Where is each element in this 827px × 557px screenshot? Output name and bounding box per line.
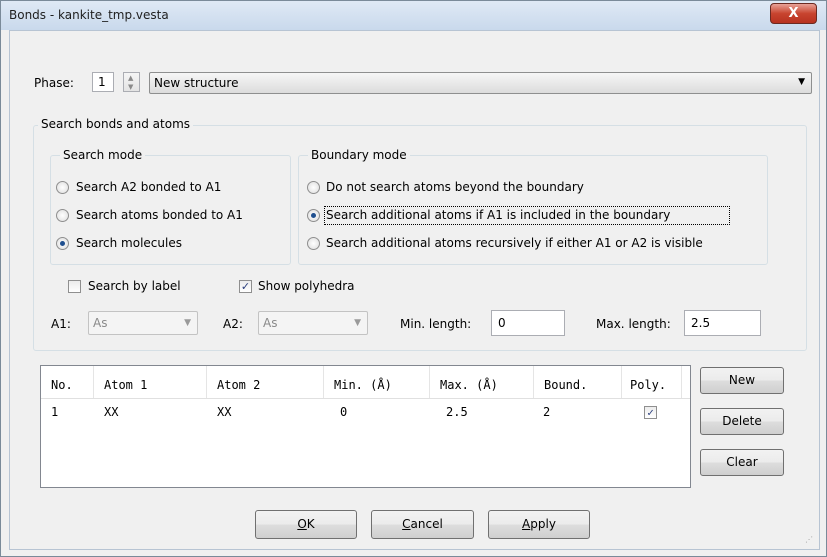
column-header-atom1[interactable]: Atom 1 — [104, 378, 147, 392]
radio-a1-in-boundary[interactable] — [307, 209, 320, 222]
column-header-poly[interactable]: Poly. — [630, 378, 666, 392]
min-length-input[interactable]: 0 — [491, 310, 565, 336]
a2-dropdown-value: As — [263, 316, 278, 330]
phase-spinner-buttons[interactable]: ▲ ▼ — [123, 72, 140, 92]
resize-grip-icon[interactable]: ⋰ — [805, 535, 817, 547]
search-mode-title: Search mode — [60, 148, 146, 162]
close-icon: X — [788, 6, 799, 21]
chevron-down-icon: ▼ — [184, 318, 191, 328]
apply-button[interactable]: Apply — [488, 510, 590, 539]
radio-search-a2-bonded[interactable] — [56, 181, 69, 194]
dialog-client-area: Phase: 1 ▲ ▼ New structure ▼ Search bond… — [9, 30, 820, 550]
bonds-table[interactable]: No. Atom 1 Atom 2 Min. (Å) Max. (Å) Boun… — [40, 365, 691, 488]
cancel-label-rest: ancel — [410, 517, 443, 531]
window-title: Bonds - kankite_tmp.vesta — [9, 8, 169, 22]
radio-search-molecules[interactable] — [56, 237, 69, 250]
delete-button-label: Delete — [722, 414, 762, 428]
column-header-no[interactable]: No. — [51, 378, 73, 392]
show-polyhedra-checkbox[interactable]: ✓ — [239, 280, 252, 293]
a2-dropdown[interactable]: As ▼ — [258, 311, 368, 335]
new-button[interactable]: New — [700, 367, 784, 394]
search-by-label-checkbox[interactable] — [68, 280, 81, 293]
check-icon: ✓ — [240, 280, 251, 293]
radio-search-atoms-bonded[interactable] — [56, 209, 69, 222]
a1-dropdown-value: As — [93, 316, 108, 330]
cell-min: 0 — [340, 405, 348, 419]
min-length-label: Min. length: — [400, 317, 472, 331]
column-separator — [429, 366, 430, 398]
close-button[interactable]: X — [770, 3, 817, 24]
cell-bound: 2 — [543, 405, 551, 419]
radio-recursive-visible[interactable] — [307, 237, 320, 250]
radio-a1-in-boundary-label[interactable]: Search additional atoms if A1 is include… — [326, 208, 670, 222]
radio-no-beyond-boundary[interactable] — [307, 181, 320, 194]
delete-button[interactable]: Delete — [700, 408, 784, 435]
spin-down-icon[interactable]: ▼ — [128, 83, 133, 91]
cancel-button[interactable]: Cancel — [371, 510, 474, 539]
phase-label: Phase: — [34, 76, 74, 90]
chevron-down-icon: ▼ — [798, 77, 805, 87]
bonds-dialog: Bonds - kankite_tmp.vesta X Phase: 1 ▲ ▼… — [0, 0, 827, 557]
column-header-max[interactable]: Max. (Å) — [440, 378, 498, 392]
check-icon: ✓ — [647, 406, 654, 419]
table-row[interactable]: 1 XX XX 0 2.5 2 ✓ — [41, 399, 690, 421]
radio-no-beyond-boundary-label[interactable]: Do not search atoms beyond the boundary — [326, 180, 584, 194]
radio-search-a2-bonded-label[interactable]: Search A2 bonded to A1 — [76, 180, 221, 194]
cell-atom1: XX — [104, 405, 119, 419]
column-separator — [93, 366, 94, 398]
apply-mnemonic: A — [522, 517, 531, 531]
clear-button-label: Clear — [726, 455, 758, 469]
max-length-label: Max. length: — [596, 317, 671, 331]
structure-dropdown-value: New structure — [154, 76, 239, 90]
cell-atom2: XX — [217, 405, 232, 419]
new-button-label: New — [728, 373, 756, 387]
radio-search-atoms-bonded-label[interactable]: Search atoms bonded to A1 — [76, 208, 243, 222]
ok-mnemonic: O — [297, 517, 307, 531]
chevron-down-icon: ▼ — [354, 318, 361, 328]
a1-label: A1: — [51, 317, 71, 331]
ok-label-rest: K — [306, 517, 315, 531]
show-polyhedra-label[interactable]: Show polyhedra — [258, 279, 354, 293]
cell-max: 2.5 — [446, 405, 468, 419]
radio-recursive-visible-label[interactable]: Search additional atoms recursively if e… — [326, 236, 703, 250]
column-separator — [323, 366, 324, 398]
radio-search-molecules-label[interactable]: Search molecules — [76, 236, 182, 250]
column-separator — [681, 366, 682, 398]
a1-dropdown[interactable]: As ▼ — [88, 311, 198, 335]
cancel-mnemonic: C — [402, 517, 411, 531]
clear-button[interactable]: Clear — [700, 449, 784, 476]
phase-spinner-value[interactable]: 1 — [92, 72, 114, 92]
max-length-input[interactable]: 2.5 — [684, 310, 761, 336]
apply-label-rest: pply — [530, 517, 556, 531]
cell-poly-checkbox[interactable]: ✓ — [644, 406, 657, 419]
column-header-atom2[interactable]: Atom 2 — [217, 378, 260, 392]
cell-no: 1 — [51, 405, 59, 419]
spin-up-icon[interactable]: ▲ — [128, 74, 133, 82]
column-separator — [533, 366, 534, 398]
title-bar[interactable]: Bonds - kankite_tmp.vesta X — [1, 1, 826, 30]
search-by-label-label[interactable]: Search by label — [88, 279, 181, 293]
column-header-bound[interactable]: Bound. — [544, 378, 587, 392]
boundary-mode-title: Boundary mode — [308, 148, 410, 162]
search-bonds-group-title: Search bonds and atoms — [38, 117, 194, 131]
column-header-min[interactable]: Min. (Å) — [334, 378, 392, 392]
ok-button[interactable]: OK — [255, 510, 357, 539]
column-separator — [206, 366, 207, 398]
structure-dropdown[interactable]: New structure ▼ — [149, 72, 812, 94]
a2-label: A2: — [223, 317, 243, 331]
column-separator — [621, 366, 622, 398]
